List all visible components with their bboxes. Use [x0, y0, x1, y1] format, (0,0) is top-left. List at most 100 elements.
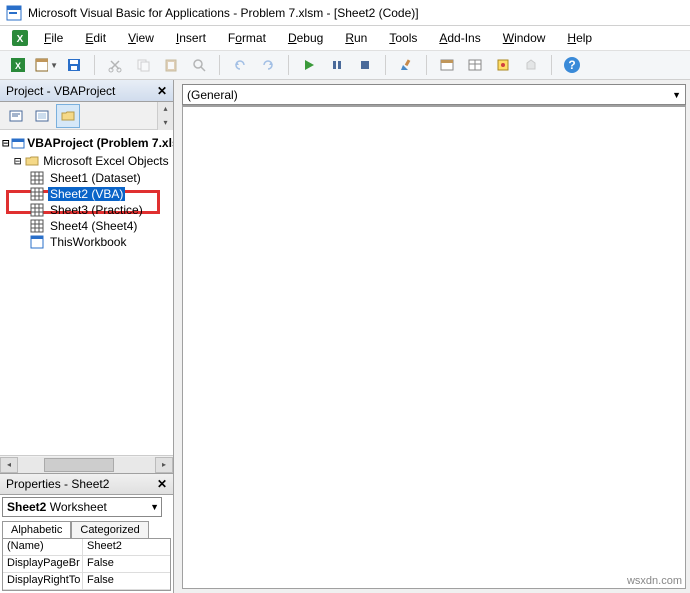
object-browser-button[interactable] [491, 53, 515, 77]
scroll-up-icon: ▴ [158, 102, 173, 116]
tree-item-label: Sheet1 (Dataset) [48, 171, 143, 185]
project-root-label: VBAProject (Problem 7.xlsm) [27, 136, 173, 150]
property-value[interactable]: False [83, 573, 170, 589]
property-value[interactable]: Sheet2 [83, 539, 170, 555]
reset-button[interactable] [353, 53, 377, 77]
property-row[interactable]: (Name) Sheet2 [3, 539, 170, 556]
undo-button[interactable] [228, 53, 252, 77]
tree-item-label: Sheet2 (VBA) [48, 187, 125, 201]
project-scrollbar-horizontal[interactable]: ◂ ▸ [0, 455, 173, 473]
cut-button[interactable] [103, 53, 127, 77]
standard-toolbar: X ▼ ? [0, 50, 690, 80]
redo-button[interactable] [256, 53, 280, 77]
code-object-dropdown[interactable]: (General) ▼ [182, 84, 686, 105]
menu-addins[interactable]: Add-Ins [429, 29, 490, 47]
project-tree: ⊟ VBAProject (Problem 7.xlsm) ⊟ Microsof… [0, 130, 173, 455]
project-root[interactable]: ⊟ VBAProject (Problem 7.xlsm) [2, 134, 171, 152]
scroll-right-icon[interactable]: ▸ [155, 457, 173, 473]
copy-button[interactable] [131, 53, 155, 77]
properties-window-button[interactable] [463, 53, 487, 77]
menu-view[interactable]: View [118, 29, 164, 47]
view-code-button[interactable] [4, 104, 28, 128]
project-explorer-close-button[interactable]: ✕ [153, 82, 171, 100]
toolbox-button[interactable] [519, 53, 543, 77]
tree-folder-excel-objects[interactable]: ⊟ Microsoft Excel Objects [2, 152, 171, 170]
property-row[interactable]: DisplayPageBr False [3, 556, 170, 573]
window-titlebar: Microsoft Visual Basic for Applications … [0, 0, 690, 26]
menu-debug[interactable]: Debug [278, 29, 333, 47]
excel-system-icon[interactable]: X [8, 26, 32, 50]
properties-tabs: Alphabetic Categorized [2, 521, 171, 538]
window-title: Microsoft Visual Basic for Applications … [28, 6, 419, 20]
code-editor[interactable] [182, 106, 686, 589]
find-button[interactable] [187, 53, 211, 77]
properties-object-name: Sheet2 Worksheet [7, 500, 107, 514]
property-row[interactable]: DisplayRightTo False [3, 573, 170, 590]
project-explorer-button[interactable] [435, 53, 459, 77]
tree-item-thisworkbook[interactable]: ThisWorkbook [2, 234, 171, 250]
paste-button[interactable] [159, 53, 183, 77]
properties-grid: (Name) Sheet2 DisplayPageBr False Displa… [2, 538, 171, 591]
tree-item-label: Sheet3 (Practice) [48, 203, 145, 217]
menu-run[interactable]: Run [335, 29, 377, 47]
menu-help[interactable]: Help [557, 29, 602, 47]
toolbar-separator [426, 55, 427, 75]
toolbar-separator [288, 55, 289, 75]
vba-app-icon [6, 5, 22, 21]
toggle-folders-button[interactable] [56, 104, 80, 128]
break-button[interactable] [325, 53, 349, 77]
menu-edit[interactable]: Edit [75, 29, 116, 47]
worksheet-icon [30, 203, 44, 217]
workbook-icon [30, 235, 44, 249]
property-key: DisplayPageBr [3, 556, 83, 572]
menu-file[interactable]: File [34, 29, 73, 47]
toolbar-separator [551, 55, 552, 75]
tab-alphabetic[interactable]: Alphabetic [2, 521, 71, 538]
help-button[interactable]: ? [560, 53, 584, 77]
scroll-left-icon[interactable]: ◂ [0, 457, 18, 473]
tree-item-sheet3[interactable]: Sheet3 (Practice) [2, 202, 171, 218]
tree-item-sheet4[interactable]: Sheet4 (Sheet4) [2, 218, 171, 234]
design-mode-button[interactable] [394, 53, 418, 77]
scrollbar-track[interactable] [18, 457, 155, 473]
properties-close-button[interactable]: ✕ [153, 475, 171, 493]
worksheet-icon [30, 187, 44, 201]
project-explorer-header: Project - VBAProject ✕ [0, 80, 173, 102]
watermark: wsxdn.com [627, 575, 682, 587]
property-value[interactable]: False [83, 556, 170, 572]
menu-tools[interactable]: Tools [379, 29, 427, 47]
chevron-down-icon: ▼ [150, 502, 159, 512]
project-icon [11, 136, 25, 150]
menu-insert[interactable]: Insert [166, 29, 216, 47]
tab-categorized[interactable]: Categorized [71, 521, 148, 538]
menu-window[interactable]: Window [493, 29, 556, 47]
menubar: X File Edit View Insert Format Debug Run… [0, 26, 690, 50]
toolbar-separator [385, 55, 386, 75]
project-explorer-toolbar: ▴▾ [0, 102, 173, 130]
minus-icon: ⊟ [2, 136, 9, 150]
code-area: (General) ▼ [174, 80, 690, 593]
view-object-button[interactable] [30, 104, 54, 128]
tree-item-sheet1[interactable]: Sheet1 (Dataset) [2, 170, 171, 186]
main-area: Project - VBAProject ✕ ▴▾ ⊟ VBAProject (… [0, 80, 690, 593]
project-scrollbar-vertical[interactable]: ▴▾ [157, 102, 173, 130]
tree-item-label: Sheet4 (Sheet4) [48, 219, 139, 233]
left-pane: Project - VBAProject ✕ ▴▾ ⊟ VBAProject (… [0, 80, 174, 593]
insert-module-button[interactable]: ▼ [34, 53, 58, 77]
view-excel-button[interactable]: X [6, 53, 30, 77]
worksheet-icon [30, 171, 44, 185]
tree-folder-label: Microsoft Excel Objects [43, 154, 168, 168]
property-key: DisplayRightTo [3, 573, 83, 589]
properties-object-select[interactable]: Sheet2 Worksheet ▼ [2, 497, 162, 517]
toolbar-separator [219, 55, 220, 75]
menu-format[interactable]: Format [218, 29, 276, 47]
folder-icon [25, 154, 39, 168]
tree-item-label: ThisWorkbook [48, 235, 128, 249]
scrollbar-thumb[interactable] [44, 458, 114, 472]
tree-item-sheet2[interactable]: Sheet2 (VBA) [2, 186, 171, 202]
property-key: (Name) [3, 539, 83, 555]
code-dropdown-bar: (General) ▼ [182, 84, 686, 106]
run-button[interactable] [297, 53, 321, 77]
save-button[interactable] [62, 53, 86, 77]
svg-text:?: ? [568, 58, 575, 72]
